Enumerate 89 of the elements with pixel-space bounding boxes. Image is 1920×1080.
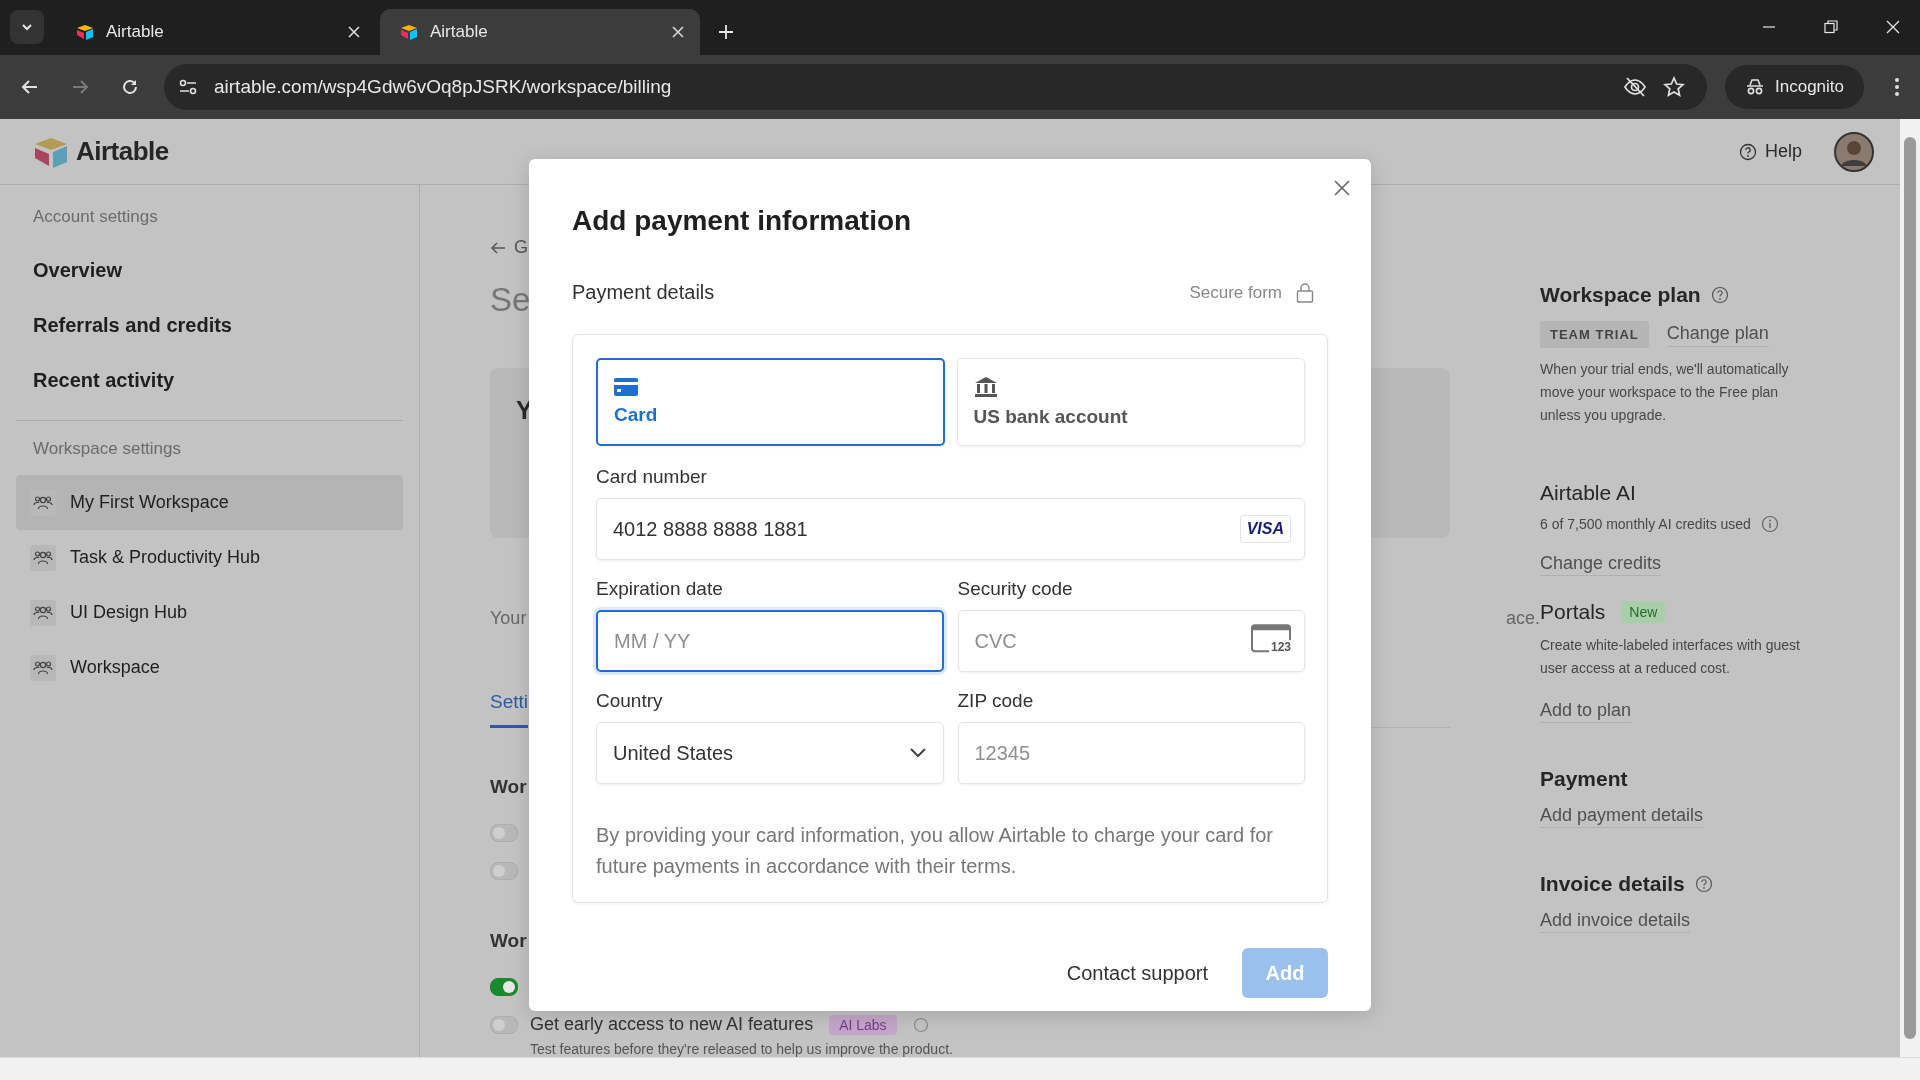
- section-title: Account settings: [32, 207, 159, 228]
- incognito-button[interactable]: Incognito: [1725, 65, 1864, 110]
- add-to-plan-link[interactable]: Add to plan: [1540, 700, 1632, 724]
- plan-badge: TEAM TRIAL: [1540, 321, 1649, 349]
- section-title: Payment details: [572, 281, 715, 304]
- sidebar-item[interactable]: My First Workspace: [16, 475, 403, 531]
- airtable-logo-icon: [76, 23, 94, 40]
- panel-heading: Portals: [1540, 600, 1606, 625]
- airtable-logo-icon: [400, 23, 418, 40]
- help-icon: [1738, 142, 1757, 161]
- note-text: Your: [490, 608, 527, 630]
- lock-icon: [1296, 282, 1314, 303]
- tab-title: Airtable: [430, 21, 489, 42]
- card-icon: [614, 378, 638, 396]
- site-info-icon[interactable]: [178, 78, 198, 97]
- help-icon[interactable]: [1694, 875, 1713, 894]
- toggle-switch[interactable]: [490, 824, 518, 843]
- people-icon: [30, 599, 56, 626]
- contact-support-button[interactable]: Contact support: [1066, 961, 1208, 985]
- sidebar-item[interactable]: UI Design Hub: [16, 585, 403, 641]
- section-heading: Wor: [490, 930, 527, 953]
- portals-description: Create white-labeled interfaces with guest user access at a reduced cost.: [1540, 636, 1801, 679]
- incognito-icon: [1745, 78, 1765, 97]
- avatar[interactable]: [1834, 131, 1874, 172]
- input-field[interactable]: MM / YY: [596, 610, 944, 672]
- panel-heading: Airtable AI: [1540, 481, 1637, 506]
- panel-heading: Invoice details: [1540, 872, 1685, 897]
- field-label: Card number: [596, 466, 708, 488]
- sidebar-item[interactable]: Workspace: [16, 640, 403, 696]
- payment-method-tab[interactable]: US bank account: [956, 358, 1305, 446]
- field-label: ZIP code: [957, 690, 1035, 712]
- toggle-switch[interactable]: [490, 862, 518, 881]
- people-icon: [30, 654, 56, 681]
- eye-slash-icon[interactable]: [1623, 77, 1647, 98]
- sidebar-item[interactable]: Task & Productivity Hub: [16, 530, 403, 586]
- browser-tab[interactable]: Airtable: [56, 8, 376, 55]
- url-text: airtable.com/wsp4Gdw6vOq8pJSRK/workspace/billing: [214, 76, 672, 99]
- visa-logo: VISA: [1239, 515, 1291, 543]
- bank-icon: [973, 376, 998, 398]
- toggle-switch[interactable]: [490, 978, 518, 997]
- sidebar-item[interactable]: Referrals and credits: [16, 298, 403, 354]
- new-tab-icon[interactable]: [718, 23, 734, 40]
- logo-text[interactable]: Airtable: [76, 136, 169, 168]
- more-menu-icon[interactable]: [1894, 77, 1900, 98]
- consent-text: By providing your card information, you allow Airtable to charge your card for future payments in accordance with their terms.: [596, 823, 1274, 879]
- toggle-label: Get early access to new AI features: [530, 1014, 814, 1036]
- airtable-logo-icon: [32, 135, 70, 168]
- sidebar-item[interactable]: Recent activity: [16, 353, 403, 409]
- field-label: Expiration date: [596, 578, 724, 600]
- credits-usage: 6 of 7,500 monthly AI credits used: [1540, 516, 1751, 533]
- add-invoice-link[interactable]: Add invoice details: [1540, 910, 1691, 934]
- new-badge: New: [1621, 601, 1666, 624]
- labs-badge: AI Labs: [829, 1014, 897, 1035]
- plan-description: When your trial ends, we'll automatically move your workspace to the Free plan unless you upgrade.: [1540, 360, 1790, 426]
- info-icon[interactable]: [1760, 515, 1779, 534]
- help-icon[interactable]: [1710, 286, 1729, 305]
- section-heading: Wor: [490, 776, 527, 799]
- back-arrow-icon: [490, 240, 506, 255]
- page-heading: Se: [490, 280, 531, 321]
- country-select[interactable]: United States: [596, 722, 944, 784]
- restore-icon[interactable]: [1824, 20, 1838, 34]
- add-payment-link[interactable]: Add payment details: [1540, 805, 1704, 829]
- tab-title: Airtable: [106, 21, 165, 42]
- people-icon: [30, 544, 56, 571]
- close-tab-icon[interactable]: [672, 25, 684, 38]
- field-label: Country: [596, 690, 664, 712]
- change-plan-link[interactable]: Change plan: [1666, 322, 1769, 347]
- tab-search-button[interactable]: [10, 9, 44, 44]
- section-title: Workspace settings: [32, 439, 183, 460]
- panel-heading: Workspace plan: [1540, 283, 1701, 308]
- chevron-down-icon: [908, 747, 927, 759]
- change-credits-link[interactable]: Change credits: [1540, 553, 1662, 577]
- note-text: ace.: [1505, 608, 1540, 630]
- field-label: Security code: [957, 578, 1074, 600]
- vertical-scrollbar[interactable]: [1900, 119, 1920, 1058]
- browser-tab[interactable]: Airtable: [380, 8, 700, 55]
- horizontal-scrollbar[interactable]: [0, 1057, 1920, 1080]
- payment-method-tab[interactable]: Card: [596, 358, 945, 446]
- back-link[interactable]: G: [514, 237, 528, 259]
- help-button[interactable]: Help: [1738, 141, 1802, 163]
- sidebar-item[interactable]: Overview: [16, 243, 403, 299]
- dialog-title: Add payment information: [572, 205, 913, 237]
- address-bar[interactable]: airtable.com/wsp4Gdw6vOq8pJSRK/workspace/billing: [164, 64, 1707, 111]
- close-tab-icon[interactable]: [348, 25, 360, 38]
- secure-form-label: Secure form: [1189, 282, 1282, 303]
- toggle-description: Test features before they're released to help us improve the product.: [530, 1041, 953, 1058]
- toggle-switch[interactable]: [490, 1016, 518, 1035]
- panel-heading: Payment: [1540, 767, 1629, 792]
- star-icon[interactable]: [1663, 76, 1685, 99]
